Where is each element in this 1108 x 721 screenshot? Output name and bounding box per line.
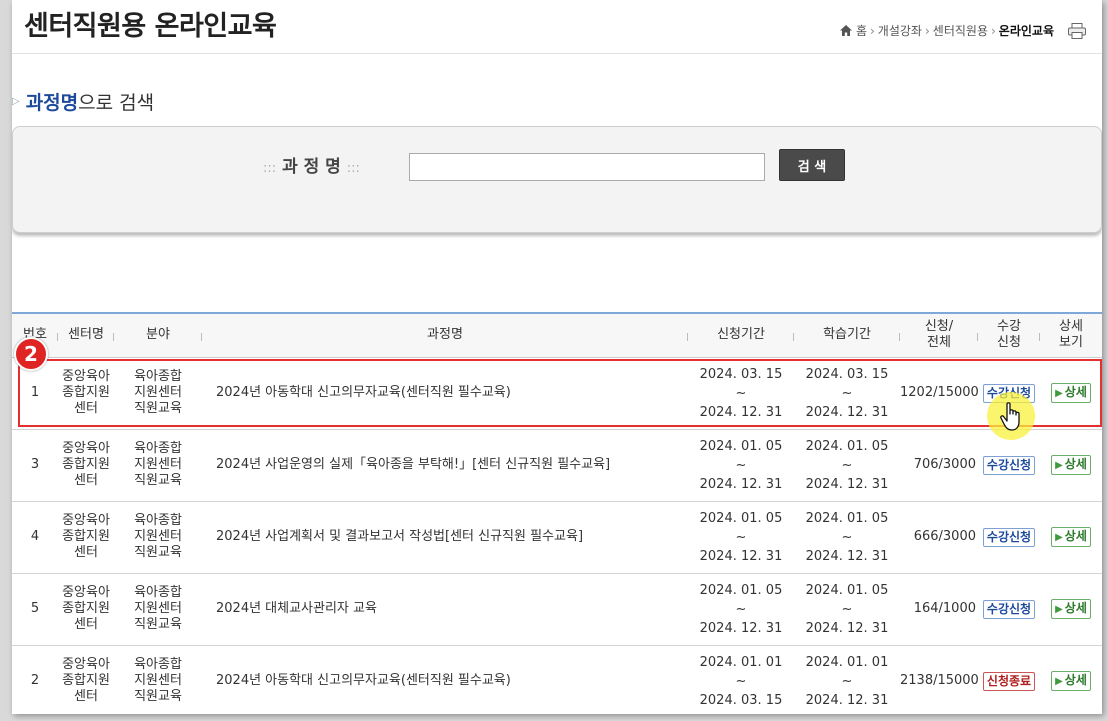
row-apply-period: 2024. 01. 05 ~2024. 12. 31 — [688, 429, 794, 502]
hand-pointer-icon — [1000, 402, 1020, 431]
header-divider — [12, 53, 1102, 54]
row-no: 4 — [12, 501, 58, 574]
label-dots: ::: — [346, 161, 360, 176]
table-row: 1 중앙육아 종합지원 센터 육아종합 지원센터 직원교육 2024년 아동학대 신고의… — [12, 357, 1102, 430]
row-course-title[interactable]: 2024년 아동학대 신고의무자교육(센터직원 필수교육) — [202, 357, 688, 430]
course-name-input[interactable] — [409, 153, 765, 181]
row-course-title[interactable]: 2024년 사업운영의 실제「육아종을 부탁해!」[센터 신규직원 필수교육] — [202, 429, 688, 502]
col-header-center: 센터명 — [58, 313, 114, 358]
breadcrumb-home[interactable]: 홈 — [856, 22, 867, 39]
table-header-row: 번호 센터명 분야 과정명 신청기간 학습기간 신청/전체 수강 신청 상세 보기 — [12, 313, 1102, 358]
row-center: 중앙육아 종합지원 센터 — [58, 573, 114, 646]
row-detail-cell: ▶ 상세 — [1040, 573, 1102, 646]
row-study-period: 2024. 01. 05 ~2024. 12. 31 — [794, 573, 900, 646]
col-header-enroll: 수강 신청 — [978, 313, 1040, 358]
page-frame: 센터직원용 온라인교육 홈 › 개설강좌 › 센터직원용 › 온라인교육 ▷ 과… — [12, 0, 1102, 714]
course-name-label-text: 과 정 명 — [282, 157, 341, 177]
step-badge: 2 — [14, 337, 48, 371]
printer-icon[interactable] — [1068, 22, 1086, 39]
row-center: 중앙육아 종합지원 센터 — [58, 429, 114, 502]
search-title-highlight: 과정명 — [25, 92, 79, 114]
row-count: 706/3000 — [900, 429, 978, 502]
row-apply-period: 2024. 01. 01 ~2024. 03. 15 — [688, 645, 794, 714]
search-section-title: ▷ 과정명 으로 검색 — [12, 88, 154, 115]
detail-button[interactable]: ▶ 상세 — [1051, 527, 1091, 547]
application-closed-badge: 신청종료 — [982, 671, 1036, 691]
row-count: 2138/15000 — [900, 645, 979, 714]
col-header-apply-period: 신청기간 — [688, 313, 794, 358]
row-count: 1202/15000 — [900, 357, 979, 430]
col-header-count: 신청/전체 — [900, 313, 978, 358]
course-table: 번호 센터명 분야 과정명 신청기간 학습기간 신청/전체 수강 신청 상세 보기 … — [12, 312, 1102, 714]
flag-icon: ▶ — [1055, 388, 1063, 399]
label-dots: ::: — [263, 161, 277, 176]
row-detail-cell: ▶ 상세 — [1040, 357, 1102, 430]
row-count: 164/1000 — [900, 573, 978, 646]
flag-icon: ▶ — [1055, 532, 1063, 543]
row-apply-period: 2024. 03. 15 ~2024. 12. 31 — [688, 357, 794, 430]
row-study-period: 2024. 01. 05 ~2024. 12. 31 — [794, 429, 900, 502]
col-header-detail: 상세 보기 — [1040, 313, 1102, 358]
row-field: 육아종합 지원센터 직원교육 — [114, 429, 202, 502]
row-enroll-cell: 수강신청 — [978, 501, 1040, 574]
row-apply-period: 2024. 01. 05 ~2024. 12. 31 — [688, 573, 794, 646]
row-field: 육아종합 지원센터 직원교육 — [114, 573, 202, 646]
row-count: 666/3000 — [900, 501, 978, 574]
row-study-period: 2024. 01. 05 ~2024. 12. 31 — [794, 501, 900, 574]
flag-icon: ▶ — [1055, 604, 1063, 615]
row-detail-cell: ▶ 상세 — [1040, 645, 1102, 714]
breadcrumb-courses[interactable]: 개설강좌 — [878, 22, 922, 39]
course-name-label: ::: 과 정 명 ::: — [263, 152, 360, 177]
row-course-title[interactable]: 2024년 사업계획서 및 결과보고서 작성법[센터 신규직원 필수교육] — [202, 501, 688, 574]
search-panel: ::: 과 정 명 ::: 검 색 — [12, 126, 1102, 233]
breadcrumb-separator-icon: › — [869, 23, 875, 38]
row-detail-cell: ▶ 상세 — [1040, 501, 1102, 574]
breadcrumb-staff[interactable]: 센터직원용 — [933, 22, 988, 39]
flag-icon: ▶ — [1055, 676, 1063, 687]
row-study-period: 2024. 03. 15 ~2024. 12. 31 — [794, 357, 900, 430]
row-study-period: 2024. 01. 01 ~2024. 12. 31 — [794, 645, 900, 714]
row-no: 5 — [12, 573, 58, 646]
breadcrumb-separator-icon: › — [924, 23, 930, 38]
flag-icon: ▶ — [1055, 460, 1063, 471]
enroll-button[interactable]: 수강신청 — [982, 599, 1036, 619]
row-course-title[interactable]: 2024년 아동학대 신고의무자교육(센터직원 필수교육) — [202, 645, 688, 714]
col-header-field: 분야 — [114, 313, 202, 358]
row-no: 2 — [12, 645, 58, 714]
search-button[interactable]: 검 색 — [779, 149, 845, 181]
table-row: 3 중앙육아 종합지원 센터 육아종합 지원센터 직원교육 2024년 사업운영의 실제… — [12, 429, 1102, 502]
row-course-title[interactable]: 2024년 대체교사관리자 교육 — [202, 573, 688, 646]
enroll-button[interactable]: 수강신청 — [982, 527, 1036, 547]
row-field: 육아종합 지원센터 직원교육 — [114, 645, 202, 714]
bullet-arrow-icon: ▷ — [12, 96, 20, 107]
breadcrumb-separator-icon: › — [990, 23, 996, 38]
table-row: 5 중앙육아 종합지원 센터 육아종합 지원센터 직원교육 2024년 대체교사관리자 … — [12, 573, 1102, 646]
row-field: 육아종합 지원센터 직원교육 — [114, 357, 202, 430]
row-center: 중앙육아 종합지원 센터 — [58, 645, 114, 714]
col-header-study-period: 학습기간 — [794, 313, 900, 358]
detail-button[interactable]: ▶ 상세 — [1051, 671, 1091, 691]
row-no: 3 — [12, 429, 58, 502]
home-icon[interactable] — [839, 25, 852, 36]
enroll-button[interactable]: 수강신청 — [982, 455, 1036, 475]
page-title: 센터직원용 온라인교육 — [24, 11, 277, 42]
row-apply-period: 2024. 01. 05 ~2024. 12. 31 — [688, 501, 794, 574]
row-enroll-cell: 수강신청 — [978, 573, 1040, 646]
row-field: 육아종합 지원센터 직원교육 — [114, 501, 202, 574]
detail-button[interactable]: ▶ 상세 — [1051, 455, 1091, 475]
table-row: 2 중앙육아 종합지원 센터 육아종합 지원센터 직원교육 2024년 아동학대 신고의… — [12, 645, 1102, 714]
breadcrumb-current: 온라인교육 — [998, 24, 1054, 38]
table-row: 4 중앙육아 종합지원 센터 육아종합 지원센터 직원교육 2024년 사업계획서 및 … — [12, 501, 1102, 574]
breadcrumb: 홈 › 개설강좌 › 센터직원용 › 온라인교육 — [839, 22, 1086, 39]
row-detail-cell: ▶ 상세 — [1040, 429, 1102, 502]
detail-button[interactable]: ▶ 상세 — [1051, 383, 1091, 403]
row-center: 중앙육아 종합지원 센터 — [58, 357, 114, 430]
row-center: 중앙육아 종합지원 센터 — [58, 501, 114, 574]
row-enroll-cell: 신청종료 — [978, 645, 1040, 714]
search-title-rest: 으로 검색 — [78, 92, 155, 114]
col-header-course: 과정명 — [202, 313, 688, 358]
detail-button[interactable]: ▶ 상세 — [1051, 599, 1091, 619]
